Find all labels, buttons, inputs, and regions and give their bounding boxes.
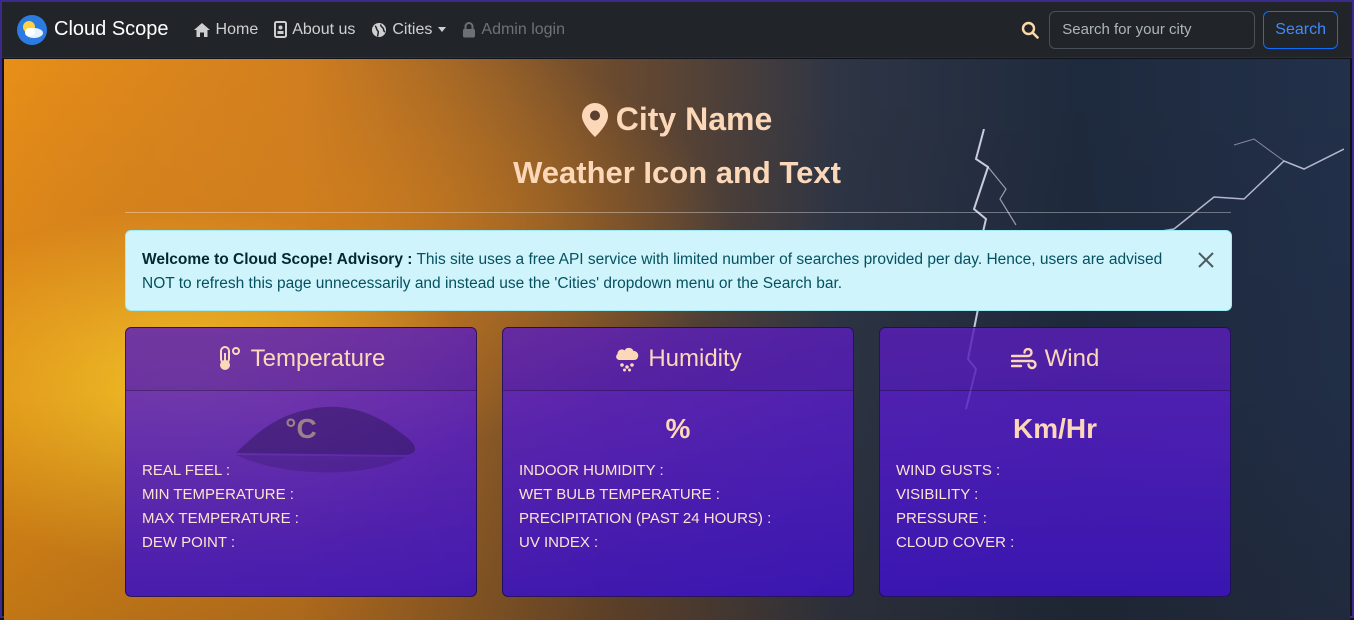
nav-about[interactable]: About us bbox=[274, 21, 355, 39]
list-item: PRESSURE : bbox=[896, 510, 987, 527]
card-list: WIND GUSTS : VISIBILITY : PRESSURE : CLO… bbox=[880, 459, 1230, 555]
nav-admin-label: Admin login bbox=[481, 20, 565, 38]
list-item: WIND GUSTS : bbox=[896, 462, 1001, 479]
brand[interactable]: Cloud Scope bbox=[16, 14, 169, 46]
search-button[interactable]: Search bbox=[1263, 10, 1338, 49]
card-value: Km/Hr bbox=[1012, 413, 1097, 444]
search-icon bbox=[1022, 21, 1040, 39]
nav-about-label: About us bbox=[292, 20, 356, 38]
weather-icon-text: Weather Icon and Text bbox=[513, 155, 841, 190]
card-title: Wind bbox=[1044, 345, 1100, 372]
list-item: WET BULB TEMPERATURE : bbox=[519, 486, 720, 503]
list-item: MAX TEMPERATURE : bbox=[142, 510, 299, 527]
nav-home[interactable]: Home bbox=[193, 20, 259, 39]
list-item: DEW POINT : bbox=[142, 534, 236, 551]
card-header: Temperature bbox=[126, 328, 476, 391]
card-header: Wind bbox=[880, 328, 1230, 391]
list-item: INDOOR HUMIDITY : bbox=[519, 462, 664, 479]
card-title: Humidity bbox=[648, 345, 742, 372]
globe-icon bbox=[372, 22, 387, 37]
nav-home-label: Home bbox=[215, 20, 259, 38]
cloud-rain-icon bbox=[616, 347, 639, 372]
alert-title: Welcome to Cloud Scope! Advisory : bbox=[142, 251, 413, 268]
card-value: % bbox=[665, 413, 691, 444]
id-card-icon bbox=[274, 21, 288, 38]
home-icon bbox=[193, 22, 210, 37]
temperature-card: Temperature °C REAL FEEL : MIN TEMPERATU… bbox=[125, 327, 477, 597]
search-area: Search bbox=[1021, 10, 1338, 49]
card-title: Temperature bbox=[250, 345, 386, 372]
island-decoration bbox=[236, 406, 416, 473]
search-input[interactable] bbox=[1049, 10, 1256, 49]
lock-icon bbox=[463, 21, 476, 37]
list-item: VISIBILITY : bbox=[896, 486, 979, 503]
city-heading: City Name bbox=[4, 101, 1350, 138]
brand-name: Cloud Scope bbox=[54, 18, 169, 40]
chevron-down-icon bbox=[438, 27, 447, 32]
navbar: Cloud Scope Home About us Cities Admin l… bbox=[2, 2, 1352, 58]
city-name: City Name bbox=[615, 101, 773, 137]
card-header: Humidity bbox=[503, 328, 853, 391]
close-icon[interactable] bbox=[1195, 249, 1217, 271]
hero-background: City Name Weather Icon and Text Welcome … bbox=[4, 59, 1350, 620]
list-item: CLOUD COVER : bbox=[896, 534, 1015, 551]
nav-cities-dropdown[interactable]: Cities bbox=[371, 20, 447, 39]
nav-cities-label: Cities bbox=[392, 20, 433, 38]
brand-logo-icon bbox=[17, 14, 47, 45]
card-list: INDOOR HUMIDITY : WET BULB TEMPERATURE :… bbox=[503, 459, 853, 555]
list-item: PRECIPITATION (PAST 24 HOURS) : bbox=[519, 510, 772, 527]
humidity-card: Humidity % INDOOR HUMIDITY : WET BULB TE… bbox=[502, 327, 854, 597]
advisory-alert: Welcome to Cloud Scope! Advisory : This … bbox=[125, 230, 1232, 311]
divider bbox=[125, 212, 1231, 213]
wind-card: Wind Km/Hr WIND GUSTS : VISIBILITY : PRE… bbox=[879, 327, 1231, 597]
map-pin-icon bbox=[581, 102, 608, 137]
thermometer-icon bbox=[219, 346, 240, 370]
list-item: UV INDEX : bbox=[519, 534, 599, 551]
wind-icon bbox=[1010, 348, 1037, 370]
nav-admin-login: Admin login bbox=[462, 21, 565, 39]
